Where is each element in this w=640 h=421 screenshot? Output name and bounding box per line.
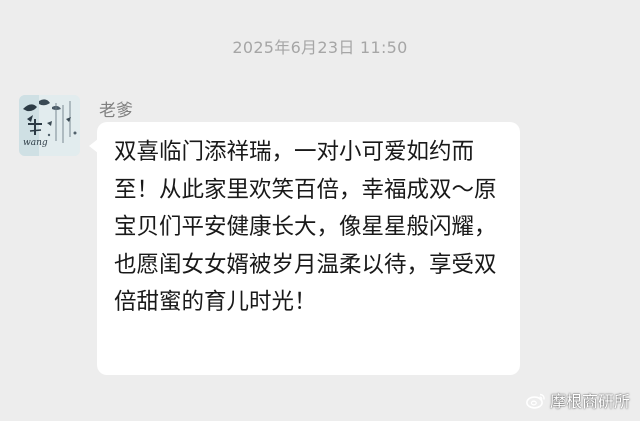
watermark-text: 摩根商研所 bbox=[549, 392, 630, 411]
message-text: 双喜临门添祥瑞，一对小可爱如约而至！从此家里欢笑百倍，幸福成双～原宝贝们平安健康… bbox=[114, 139, 497, 315]
sender-avatar[interactable]: wang bbox=[19, 95, 80, 156]
weibo-icon bbox=[526, 393, 545, 409]
message-bubble[interactable]: 双喜临门添祥瑞，一对小可爱如约而至！从此家里欢笑百倍，幸福成双～原宝贝们平安健康… bbox=[89, 122, 520, 375]
avatar-label: wang bbox=[23, 138, 48, 148]
message-timestamp: 2025年6月23日 11:50 bbox=[232, 38, 408, 57]
weibo-watermark: 摩根商研所 bbox=[526, 388, 630, 412]
sender-name: 老爹 bbox=[99, 101, 133, 121]
